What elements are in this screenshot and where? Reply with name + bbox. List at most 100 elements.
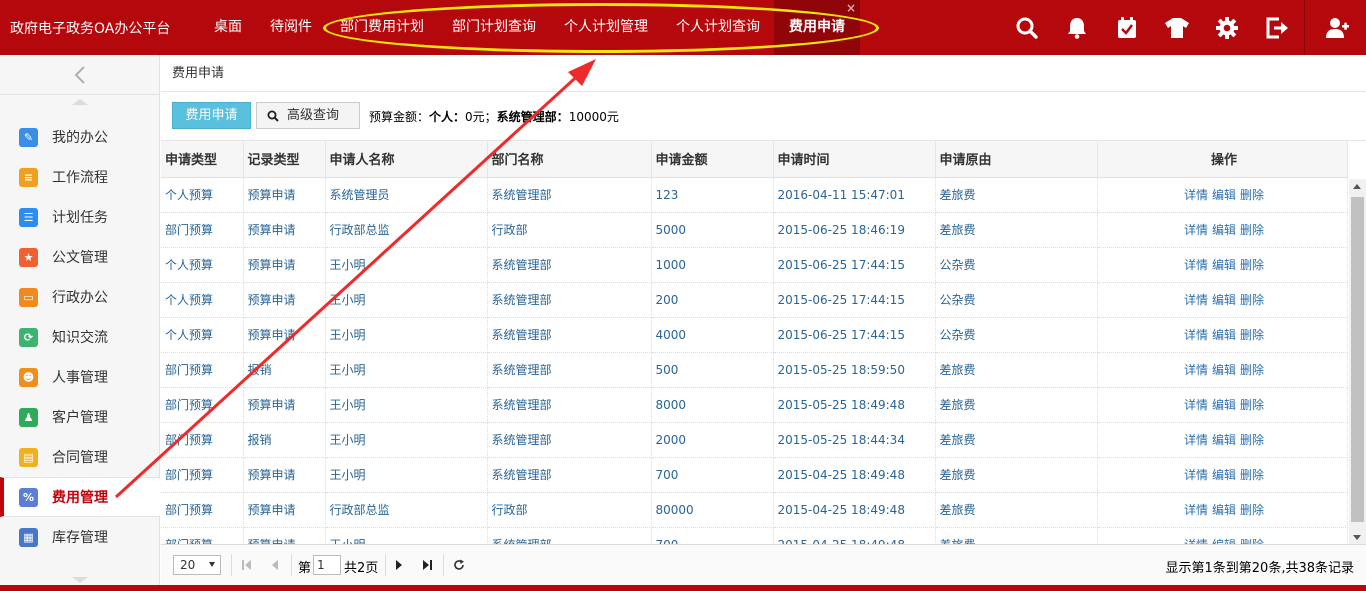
search-icon[interactable] (1002, 0, 1052, 55)
sidebar-item-8[interactable]: ▤ 合同管理 (0, 437, 160, 477)
tab-4[interactable]: 个人计划管理 (550, 0, 662, 55)
sidebar-scroll-up-icon[interactable] (72, 99, 88, 105)
sidebar-collapse-button[interactable] (0, 55, 160, 95)
delete-link[interactable]: 删除 (1240, 328, 1264, 342)
edit-link[interactable]: 编辑 (1212, 433, 1236, 447)
view-link[interactable]: 详情 (1184, 433, 1208, 447)
edit-link[interactable]: 编辑 (1212, 258, 1236, 272)
delete-link[interactable]: 删除 (1240, 188, 1264, 202)
table-row[interactable]: 部门预算 报销 王小明 系统管理部 500 2015-05-25 18:59:50 差旅费详… (161, 352, 1348, 388)
column-header[interactable]: 申请类型 (161, 141, 244, 178)
column-header[interactable]: 操作 (1097, 141, 1348, 178)
edit-link[interactable]: 编辑 (1212, 363, 1236, 377)
gear-icon[interactable] (1202, 0, 1252, 55)
budget-personal-label: 个人： (429, 110, 466, 124)
list-icon: ☰ (19, 207, 38, 227)
table-row[interactable]: 部门预算 预算申请 王小明 系统管理部 8000 2015-05-25 18:49:48 差… (161, 387, 1348, 423)
sidebar-item-9[interactable]: % 费用管理 (0, 477, 160, 517)
bell-icon[interactable] (1052, 0, 1102, 55)
table-row[interactable]: 部门预算预算申请王小明系统管理部7002015-04-25 18:49:48差旅… (161, 527, 1348, 544)
shirt-icon[interactable] (1152, 0, 1202, 55)
table-row[interactable]: 部门预算 预算申请 行政部总监 行政部 80000 2015-04-25 18:49:48… (161, 492, 1348, 528)
edit-link[interactable]: 编辑 (1212, 188, 1236, 202)
refresh-icon[interactable] (449, 555, 469, 575)
bottom-bar (0, 585, 1366, 591)
view-link[interactable]: 详情 (1184, 223, 1208, 237)
close-icon[interactable]: × (846, 0, 856, 36)
sidebar-item-5[interactable]: ⟳ 知识交流 (0, 317, 160, 357)
column-header[interactable]: 部门名称 (487, 141, 652, 178)
delete-link[interactable]: 删除 (1240, 363, 1264, 377)
table-row[interactable]: 个人预算 预算申请 王小明 系统管理部 200 2015-06-25 17:44:15 公杂… (161, 282, 1348, 318)
sidebar-item-7[interactable]: ♟ 客户管理 (0, 397, 160, 437)
tab-2[interactable]: 部门费用计划 (326, 0, 438, 55)
edit-link[interactable]: 编辑 (1212, 398, 1236, 412)
sidebar-item-0[interactable]: ✎ 我的办公 (0, 117, 160, 157)
view-link[interactable]: 详情 (1184, 503, 1208, 517)
view-link[interactable]: 详情 (1184, 293, 1208, 307)
table-cell: 2016-04-11 15:47:01 (773, 177, 936, 213)
table-cell: 系统管理部 (487, 317, 652, 353)
next-page-icon[interactable] (389, 555, 409, 575)
advanced-search-button[interactable]: 高级查询 (256, 102, 360, 129)
view-link[interactable]: 详情 (1184, 363, 1208, 377)
tab-6[interactable]: 费用申请 × (774, 0, 860, 55)
view-link[interactable]: 详情 (1184, 468, 1208, 482)
edit-link[interactable]: 编辑 (1212, 468, 1236, 482)
delete-link[interactable]: 删除 (1240, 433, 1264, 447)
sidebar-item-10[interactable]: ▦ 库存管理 (0, 517, 160, 557)
sidebar-item-3[interactable]: ★ 公文管理 (0, 237, 160, 277)
tab-5[interactable]: 个人计划查询 (662, 0, 774, 55)
edit-link[interactable]: 编辑 (1212, 503, 1236, 517)
table-cell: 部门预算 (161, 422, 244, 458)
apply-expense-button[interactable]: 费用申请 (172, 102, 251, 129)
page-size-select[interactable]: 20 (173, 555, 221, 575)
delete-link[interactable]: 删除 (1240, 468, 1264, 482)
calendar-check-icon[interactable] (1102, 0, 1152, 55)
column-header[interactable]: 记录类型 (243, 141, 326, 178)
logout-icon[interactable] (1252, 0, 1302, 55)
delete-link[interactable]: 删除 (1240, 258, 1264, 272)
scroll-up-arrow-icon[interactable] (1353, 184, 1361, 189)
table-row[interactable]: 个人预算 预算申请 系统管理员 系统管理部 123 2016-04-11 15:47:01… (161, 177, 1348, 213)
sidebar-item-4[interactable]: ▭ 行政办公 (0, 277, 160, 317)
view-link[interactable]: 详情 (1184, 398, 1208, 412)
column-header[interactable]: 申请金额 (651, 141, 774, 178)
column-header[interactable]: 申请时间 (773, 141, 936, 178)
column-header[interactable]: 申请人名称 (325, 141, 488, 178)
sidebar-item-label: 合同管理 (52, 450, 108, 466)
view-link[interactable]: 详情 (1184, 328, 1208, 342)
scrollbar-thumb[interactable] (1351, 197, 1364, 522)
tab-0[interactable]: 桌面 (200, 0, 256, 55)
sidebar-item-1[interactable]: ≡ 工作流程 (0, 157, 160, 197)
edit-link[interactable]: 编辑 (1212, 293, 1236, 307)
table-row[interactable]: 个人预算 预算申请 王小明 系统管理部 4000 2015-06-25 17:44:15 公… (161, 317, 1348, 353)
edit-link[interactable]: 编辑 (1212, 223, 1236, 237)
table-row[interactable]: 部门预算 预算申请 行政部总监 行政部 5000 2015-06-25 18:46:19 差… (161, 212, 1348, 248)
delete-link[interactable]: 删除 (1240, 293, 1264, 307)
sidebar-item-6[interactable]: ☻ 人事管理 (0, 357, 160, 397)
sidebar-scroll-down-icon[interactable] (72, 577, 88, 583)
table-row[interactable]: 部门预算预算申请王小明系统管理部7002015-04-25 18:49:48差旅… (161, 457, 1348, 493)
view-link[interactable]: 详情 (1184, 258, 1208, 272)
edit-link[interactable]: 编辑 (1212, 328, 1236, 342)
prev-page-icon[interactable] (265, 555, 285, 575)
sidebar-item-2[interactable]: ☰ 计划任务 (0, 197, 160, 237)
tab-1[interactable]: 待阅件 (256, 0, 326, 55)
last-page-icon[interactable] (417, 555, 437, 575)
table-row[interactable]: 部门预算 报销 王小明 系统管理部 2000 2015-05-25 18:44:34 差旅费… (161, 422, 1348, 458)
first-page-icon[interactable] (237, 555, 257, 575)
table-cell: 部门预算 (161, 352, 244, 388)
delete-link[interactable]: 删除 (1240, 398, 1264, 412)
delete-link[interactable]: 删除 (1240, 503, 1264, 517)
tab-3[interactable]: 部门计划查询 (438, 0, 550, 55)
scroll-down-arrow-icon[interactable] (1353, 535, 1361, 540)
table-scrollbar[interactable] (1349, 179, 1366, 544)
user-icon[interactable] (1312, 0, 1362, 55)
table-row[interactable]: 个人预算 预算申请 王小明 系统管理部 1000 2015-06-25 17:44:15 公… (161, 247, 1348, 283)
search-icon (267, 110, 279, 122)
column-header[interactable]: 申请原由 (935, 141, 1098, 178)
page-number-input[interactable]: 1 (313, 555, 341, 575)
delete-link[interactable]: 删除 (1240, 223, 1264, 237)
view-link[interactable]: 详情 (1184, 188, 1208, 202)
